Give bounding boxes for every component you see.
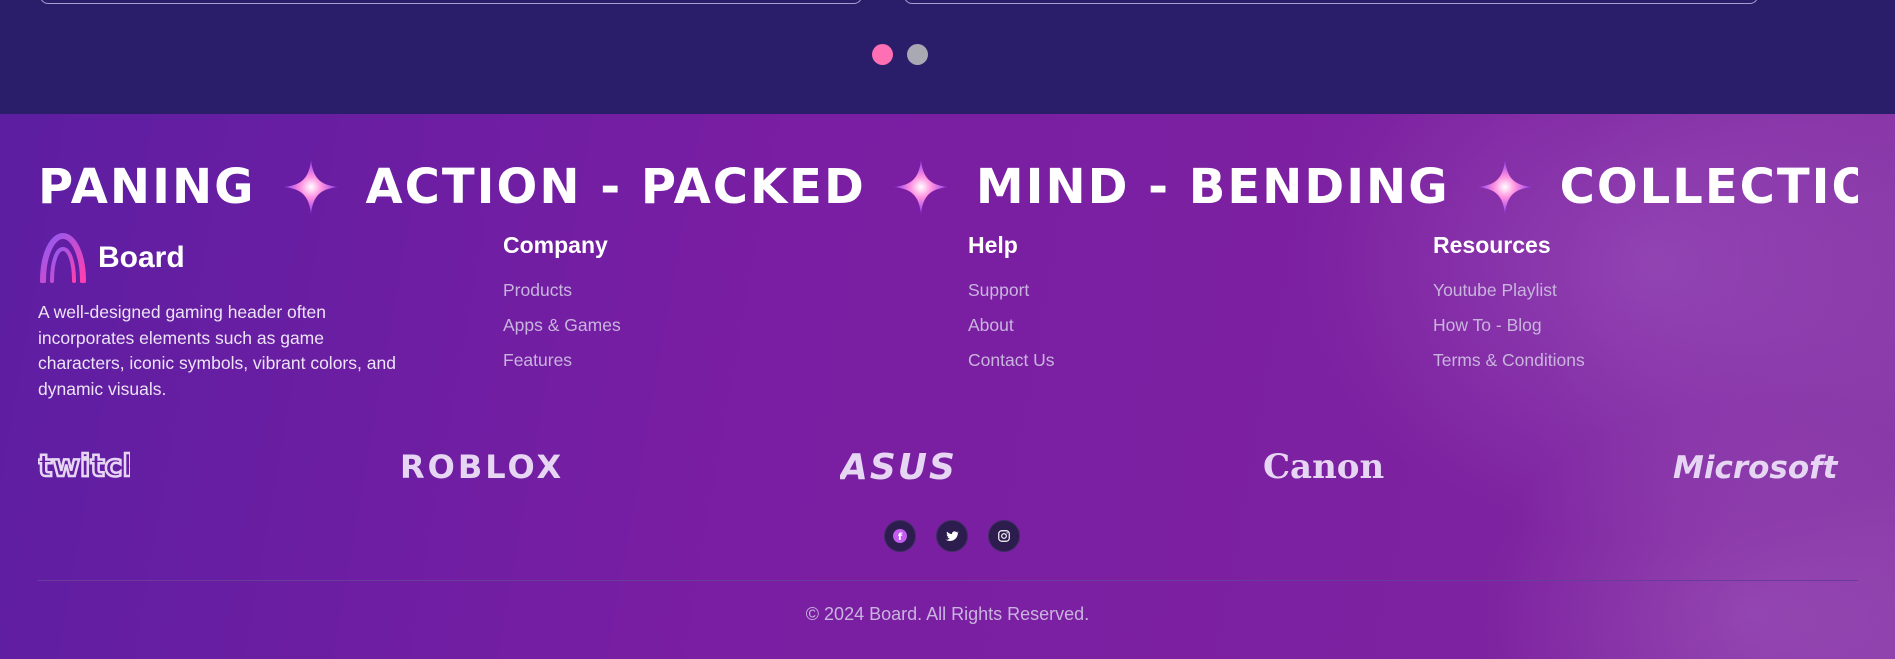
- twitch-logo: twitch: [38, 448, 130, 484]
- footer-link-support[interactable]: Support: [968, 273, 1055, 308]
- canon-logo: Canon: [1263, 448, 1384, 484]
- roblox-logo: ROBLOX: [400, 448, 564, 484]
- marquee-word: MIND - BENDING: [975, 159, 1450, 215]
- sparkle-star-icon: [893, 160, 948, 214]
- carousel-dot-1[interactable]: [872, 44, 893, 65]
- carousel-card-left: [40, 0, 862, 4]
- footer-link-how-to-blog[interactable]: How To - Blog: [1433, 308, 1585, 343]
- board-arch-logo-icon[interactable]: [38, 233, 88, 283]
- category-marquee: PANING ACTION - PACKED MIND - BENDING CO…: [38, 152, 1858, 222]
- asus-logo: ASUS: [840, 448, 957, 484]
- carousel-card-right: [904, 0, 1758, 4]
- brand-name[interactable]: Board: [98, 241, 185, 275]
- partner-logo-canon[interactable]: Canon: [1263, 444, 1403, 488]
- footer-column-resources: Resources Youtube Playlist How To - Blog…: [1433, 232, 1585, 378]
- footer-brand: Board A well-designed gaming header ofte…: [38, 230, 408, 402]
- partner-logo-microsoft[interactable]: Microsoft: [1673, 444, 1858, 488]
- footer-column-company: Company Products Apps & Games Features: [503, 232, 621, 378]
- marquee-word: COLLECTIO: [1559, 159, 1858, 215]
- footer-link-terms-conditions[interactable]: Terms & Conditions: [1433, 343, 1585, 378]
- footer-link-about[interactable]: About: [968, 308, 1055, 343]
- facebook-icon[interactable]: f: [884, 520, 916, 552]
- marquee-word: PANING: [38, 159, 256, 215]
- svg-text:ROBLOX: ROBLOX: [400, 448, 564, 484]
- footer-link-products[interactable]: Products: [503, 273, 621, 308]
- svg-text:Canon: Canon: [1263, 448, 1384, 484]
- twitter-icon[interactable]: [936, 520, 968, 552]
- sparkle-star-icon: [283, 160, 338, 214]
- footer-column-help: Help Support About Contact Us: [968, 232, 1055, 378]
- carousel-pagination: [872, 44, 928, 65]
- sparkle-star-icon: [1477, 160, 1532, 214]
- instagram-icon[interactable]: [988, 520, 1020, 552]
- microsoft-logo: Microsoft: [1673, 450, 1839, 484]
- column-title: Resources: [1433, 232, 1551, 258]
- svg-text:ASUS: ASUS: [840, 448, 957, 484]
- footer-link-features[interactable]: Features: [503, 343, 621, 378]
- footer-divider: [38, 580, 1858, 581]
- brand-description: A well-designed gaming header often inco…: [38, 302, 396, 399]
- marquee-word: ACTION - PACKED: [365, 159, 866, 215]
- site-footer: PANING ACTION - PACKED MIND - BENDING CO…: [0, 114, 1895, 659]
- partner-logo-roblox[interactable]: ROBLOX: [400, 444, 568, 488]
- footer-link-apps-games[interactable]: Apps & Games: [503, 308, 621, 343]
- carousel-dot-2[interactable]: [907, 44, 928, 65]
- footer-link-contact-us[interactable]: Contact Us: [968, 343, 1055, 378]
- footer-link-youtube-playlist[interactable]: Youtube Playlist: [1433, 273, 1585, 308]
- partner-logo-asus[interactable]: ASUS: [840, 444, 992, 488]
- column-title: Company: [503, 232, 608, 258]
- svg-text:twitch: twitch: [38, 449, 130, 484]
- partner-logo-twitch[interactable]: twitch: [38, 444, 130, 488]
- carousel-section: [0, 0, 1895, 114]
- copyright-text: © 2024 Board. All Rights Reserved.: [805, 604, 1090, 624]
- svg-text:Microsoft: Microsoft: [1673, 450, 1839, 484]
- column-title: Help: [968, 232, 1018, 258]
- svg-text:f: f: [898, 532, 903, 543]
- social-links: f: [884, 520, 1020, 552]
